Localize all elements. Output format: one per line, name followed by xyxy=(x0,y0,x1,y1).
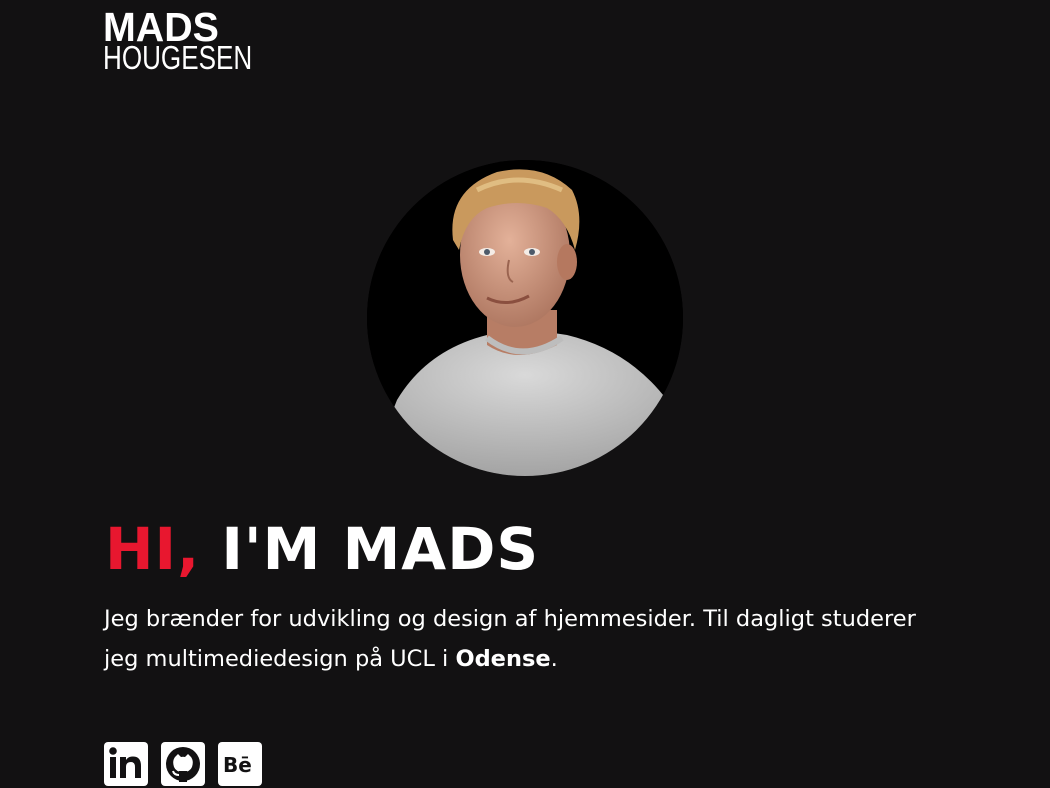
intro-period: . xyxy=(550,646,558,672)
svg-text:Bē: Bē xyxy=(223,753,252,777)
page-title: HI, I'M MADS xyxy=(105,511,539,587)
behance-icon: Bē xyxy=(223,753,252,777)
intro-text: Jeg brænder for udvikling og design af h… xyxy=(104,599,954,679)
title-greeting: HI, xyxy=(105,515,201,583)
logo-line-last: HOUGESEN xyxy=(103,39,253,76)
github-icon xyxy=(166,747,200,782)
profile-photo xyxy=(367,160,683,476)
github-link[interactable] xyxy=(161,742,205,786)
linkedin-link[interactable] xyxy=(104,742,148,786)
site-logo[interactable]: MADS HOUGESEN xyxy=(103,7,253,76)
linkedin-icon xyxy=(109,747,141,778)
behance-link[interactable]: Bē xyxy=(218,742,262,786)
social-links: Bē xyxy=(104,742,262,786)
intro-city: Odense xyxy=(455,646,551,672)
title-name: I'M MADS xyxy=(200,515,540,583)
